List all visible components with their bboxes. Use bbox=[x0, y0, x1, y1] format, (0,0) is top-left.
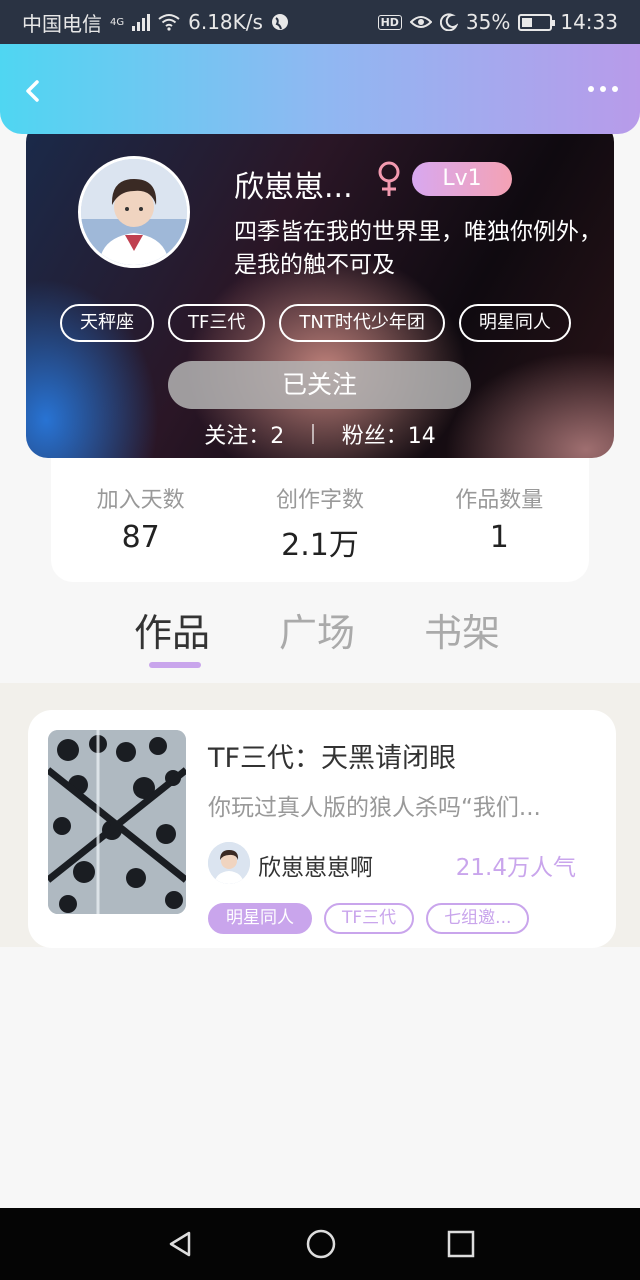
moon-icon bbox=[439, 13, 458, 31]
divider bbox=[312, 424, 314, 444]
tab-bar: 作品 广场 书架 bbox=[0, 596, 640, 682]
header-bar bbox=[0, 44, 640, 134]
hd-icon: HD bbox=[377, 14, 402, 30]
user-name: 欣崽崽... bbox=[234, 170, 353, 205]
stat-label: 加入天数 bbox=[96, 488, 185, 513]
author-name[interactable]: 欣崽崽崽啊 bbox=[258, 848, 373, 882]
tag-chip[interactable]: TNT时代少年团 bbox=[279, 304, 445, 342]
fans-count[interactable]: 粉丝：14 bbox=[342, 418, 436, 450]
status-right: HD 35% 14:33 bbox=[377, 10, 618, 34]
user-bio: 四季皆在我的世界里，唯独你例外， 是我的触不可及 bbox=[234, 216, 614, 282]
carrier-label: 中国电信 bbox=[22, 11, 102, 36]
stat-join-days: 加入天数 87 bbox=[61, 482, 221, 555]
status-bar: 中国电信 4G 6.18K/s HD 35% 14:33 bbox=[0, 0, 640, 44]
recents-nav-icon[interactable] bbox=[447, 1230, 475, 1258]
battery-percent: 35% bbox=[465, 10, 511, 34]
author-avatar[interactable] bbox=[208, 842, 250, 884]
stat-value: 2.1万 bbox=[281, 528, 359, 563]
cover-image bbox=[48, 730, 186, 914]
tab-works[interactable]: 作品 bbox=[134, 602, 210, 657]
level-badge: Lv1 bbox=[412, 162, 512, 196]
work-tags: 明星同人 TF三代 七组邀... bbox=[208, 903, 530, 934]
avatar-image bbox=[81, 159, 187, 265]
wifi-icon bbox=[158, 14, 180, 31]
eye-icon bbox=[409, 16, 432, 28]
tag-chip[interactable]: TF三代 bbox=[168, 304, 266, 342]
network-type: 4G bbox=[110, 16, 125, 28]
author-avatar-image bbox=[208, 842, 250, 884]
back-button[interactable] bbox=[20, 78, 46, 104]
battery-icon bbox=[518, 13, 556, 31]
work-tag[interactable]: TF三代 bbox=[324, 903, 415, 934]
stat-label: 作品数量 bbox=[455, 488, 544, 513]
work-tag[interactable]: 明星同人 bbox=[208, 903, 312, 934]
tab-indicator bbox=[149, 662, 201, 668]
system-nav-bar bbox=[0, 1208, 640, 1280]
tab-bookshelf[interactable]: 书架 bbox=[424, 602, 500, 657]
bio-line-2: 是我的触不可及 bbox=[234, 252, 395, 278]
bio-line-1: 四季皆在我的世界里，唯独你例外， bbox=[234, 219, 602, 245]
profile-card: 欣崽崽... Lv1 四季皆在我的世界里，唯独你例外， 是我的触不可及 天秤座 … bbox=[26, 120, 614, 458]
follow-button[interactable]: 已关注 bbox=[168, 361, 471, 409]
clock: 14:33 bbox=[560, 10, 618, 34]
stat-value: 87 bbox=[121, 520, 160, 555]
avatar[interactable] bbox=[78, 156, 190, 268]
more-button[interactable] bbox=[588, 86, 618, 92]
stat-works-count: 作品数量 1 bbox=[419, 482, 579, 555]
follow-counts: 关注：2 粉丝：14 bbox=[26, 418, 614, 450]
work-description: 你玩过真人版的狼人杀吗“我们... bbox=[208, 795, 541, 821]
work-title[interactable]: TF三代：天黑请闭眼 bbox=[208, 736, 456, 775]
back-nav-icon[interactable] bbox=[165, 1229, 195, 1259]
tab-plaza[interactable]: 广场 bbox=[279, 602, 355, 657]
status-left: 中国电信 4G 6.18K/s bbox=[22, 8, 289, 37]
work-card[interactable]: TF三代：天黑请闭眼 你玩过真人版的狼人杀吗“我们... 欣崽崽崽啊 21.4万… bbox=[28, 710, 616, 948]
home-nav-icon[interactable] bbox=[305, 1228, 337, 1260]
stats-card: 加入天数 87 创作字数 2.1万 作品数量 1 bbox=[51, 458, 589, 582]
network-speed: 6.18K/s bbox=[188, 10, 263, 34]
popularity-count: 21.4万人气 bbox=[455, 855, 576, 881]
female-icon bbox=[378, 161, 400, 196]
globe-icon bbox=[271, 14, 288, 30]
book-cover[interactable] bbox=[48, 730, 186, 914]
profile-tags: 天秤座 TF三代 TNT时代少年团 明星同人 bbox=[60, 304, 614, 342]
stat-word-count: 创作字数 2.1万 bbox=[240, 482, 400, 564]
following-count[interactable]: 关注：2 bbox=[204, 418, 284, 450]
signal-icon bbox=[132, 13, 151, 31]
work-tag[interactable]: 七组邀... bbox=[426, 903, 530, 934]
tag-chip[interactable]: 明星同人 bbox=[458, 304, 571, 342]
stat-value: 1 bbox=[489, 520, 509, 555]
tag-chip[interactable]: 天秤座 bbox=[60, 304, 154, 342]
stat-label: 创作字数 bbox=[275, 488, 364, 513]
